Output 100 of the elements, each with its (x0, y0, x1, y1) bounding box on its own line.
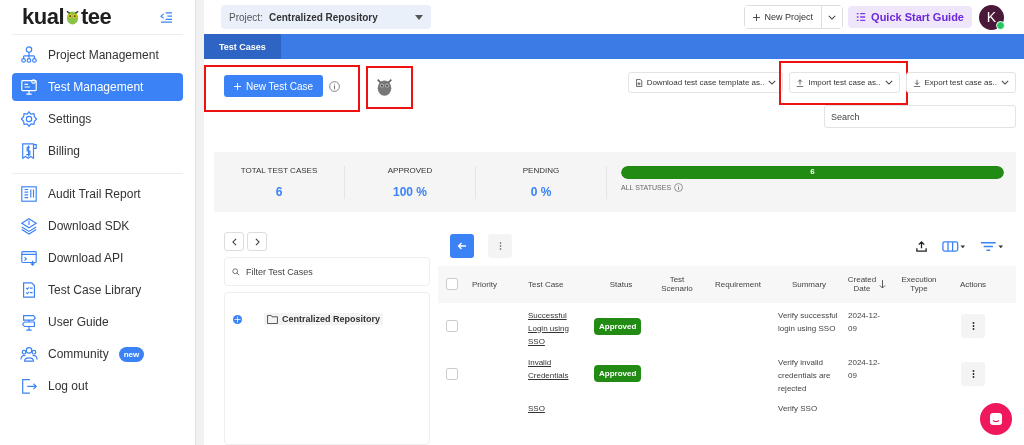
dropdown-button[interactable]: Import test case as.. (789, 72, 900, 93)
caret-icon (415, 14, 423, 20)
sidebar-item[interactable]: Billing (12, 137, 183, 165)
stat-value: 100 % (393, 184, 427, 199)
sidebar-item[interactable]: User Guide (12, 308, 183, 336)
filter-field[interactable]: Filter Test Cases (224, 257, 430, 286)
column-header: Created Date (847, 275, 877, 294)
chevron-down-icon (1001, 80, 1009, 85)
monitor-icon (20, 78, 38, 96)
sidebar-item[interactable]: Log out (12, 372, 183, 400)
chevron-down-icon (828, 14, 837, 20)
checkbox[interactable] (446, 278, 458, 291)
project-dropdown[interactable]: Project: Centralized Repository (221, 5, 431, 29)
stat-label: APPROVED (387, 165, 433, 175)
collapse-menu-icon[interactable] (160, 11, 173, 23)
sidebar-item[interactable]: Settings (12, 105, 183, 133)
sidebar-item[interactable]: Test Case Library (12, 276, 183, 304)
dropdown-button[interactable]: Export test case as.. (905, 72, 1016, 93)
logout-icon (20, 377, 38, 395)
column-header: Execution Type (900, 275, 938, 294)
column-header: Priority (472, 279, 497, 289)
plus-icon (752, 13, 760, 21)
chevron-down-icon (768, 80, 777, 85)
test-case-link[interactable]: Invalid Credentials (528, 356, 586, 382)
owl-icon (65, 8, 81, 26)
list-icon (856, 12, 867, 22)
chevron-left-icon (231, 237, 237, 246)
columns-icon[interactable] (942, 239, 966, 253)
info-icon[interactable] (674, 183, 684, 192)
more-vertical-icon (498, 241, 502, 251)
tree-node[interactable]: Centralized Repository (264, 313, 384, 325)
receipt-icon (20, 142, 38, 160)
checkbox[interactable] (446, 367, 458, 380)
test-case-link[interactable]: SSO (528, 401, 545, 415)
new-test-case-button[interactable]: New Test Case (224, 75, 324, 97)
gear-icon (20, 110, 38, 128)
expand-icon[interactable] (233, 314, 242, 324)
sidebar-item[interactable]: Audit Trail Report (12, 180, 183, 208)
report-icon (20, 185, 38, 203)
upload-icon (796, 78, 805, 87)
download-icon (912, 78, 921, 87)
table-cell-text: 2024-12-09 (848, 309, 882, 335)
new-badge: new (118, 346, 145, 362)
sidebar-item[interactable]: Download SDK (12, 212, 183, 240)
table-cell-text: Verify SSO (778, 402, 818, 415)
arrow-left-icon (457, 241, 467, 251)
column-header: Requirement (715, 279, 761, 289)
sidebar-item[interactable]: Project Management (12, 41, 183, 69)
test-case-link[interactable]: Successful Login using SSO (528, 308, 586, 348)
plus-icon (234, 82, 241, 90)
upload-icon[interactable] (915, 239, 928, 253)
stat-label: PENDING (522, 165, 560, 175)
back-button[interactable] (450, 234, 474, 258)
stat-value: 6 (275, 184, 283, 199)
more-vertical-icon (971, 321, 975, 332)
avatar[interactable]: K (979, 4, 1004, 30)
chat-button[interactable] (980, 403, 1012, 435)
arrow-down-icon[interactable] (879, 279, 887, 289)
new-project-button[interactable]: New Project (744, 6, 823, 28)
chevron-down-icon (884, 80, 893, 85)
filter-icon[interactable] (980, 239, 1004, 253)
tab[interactable]: Test Cases (204, 34, 281, 59)
file-icon (634, 78, 643, 87)
online-dot-icon (996, 20, 1005, 30)
search-field[interactable]: Search (824, 105, 1016, 128)
previous-button[interactable] (224, 232, 244, 251)
more-button[interactable] (961, 314, 985, 339)
folder-icon (267, 314, 278, 324)
status-badge: Approved (594, 317, 642, 335)
stat-value: 0 % (530, 184, 552, 199)
chevron-right-icon (254, 237, 260, 246)
info-icon[interactable] (329, 80, 341, 92)
column-header: Summary (791, 279, 827, 289)
stat-label: TOTAL TEST CASES (240, 165, 318, 175)
more-button[interactable] (961, 361, 985, 386)
quick-start-button[interactable]: Quick Start Guide (848, 6, 972, 28)
next-button[interactable] (247, 232, 267, 251)
sidebar-item[interactable]: Download API (12, 244, 183, 272)
terminal-icon (20, 249, 38, 267)
layers-icon (20, 217, 38, 235)
status-badge: Approved (594, 365, 642, 383)
progress-count: 6 (809, 167, 816, 176)
column-header: Test Scenario (660, 275, 694, 294)
sidebar-item[interactable]: Test Management (12, 73, 183, 101)
table-cell-text: Verify successful login using SSO (778, 309, 839, 335)
checkbox[interactable] (446, 320, 458, 333)
search-icon (232, 268, 240, 276)
logo: kual tee (22, 4, 112, 30)
people-icon (20, 345, 38, 363)
table-cell-text: Verify invalid credentials are rejected (778, 357, 832, 395)
more-vertical-icon (971, 368, 975, 379)
chat-icon (989, 412, 1003, 426)
checklist-icon (20, 281, 38, 299)
dropdown-button[interactable]: Download test case template as.. (627, 72, 784, 93)
column-header: Test Case (528, 279, 564, 289)
highlight-frame (366, 65, 414, 109)
org-chart-icon (20, 46, 38, 64)
sidebar-item[interactable]: Community new (12, 340, 183, 368)
column-header: Actions (959, 279, 987, 289)
column-header: Status (609, 279, 633, 289)
